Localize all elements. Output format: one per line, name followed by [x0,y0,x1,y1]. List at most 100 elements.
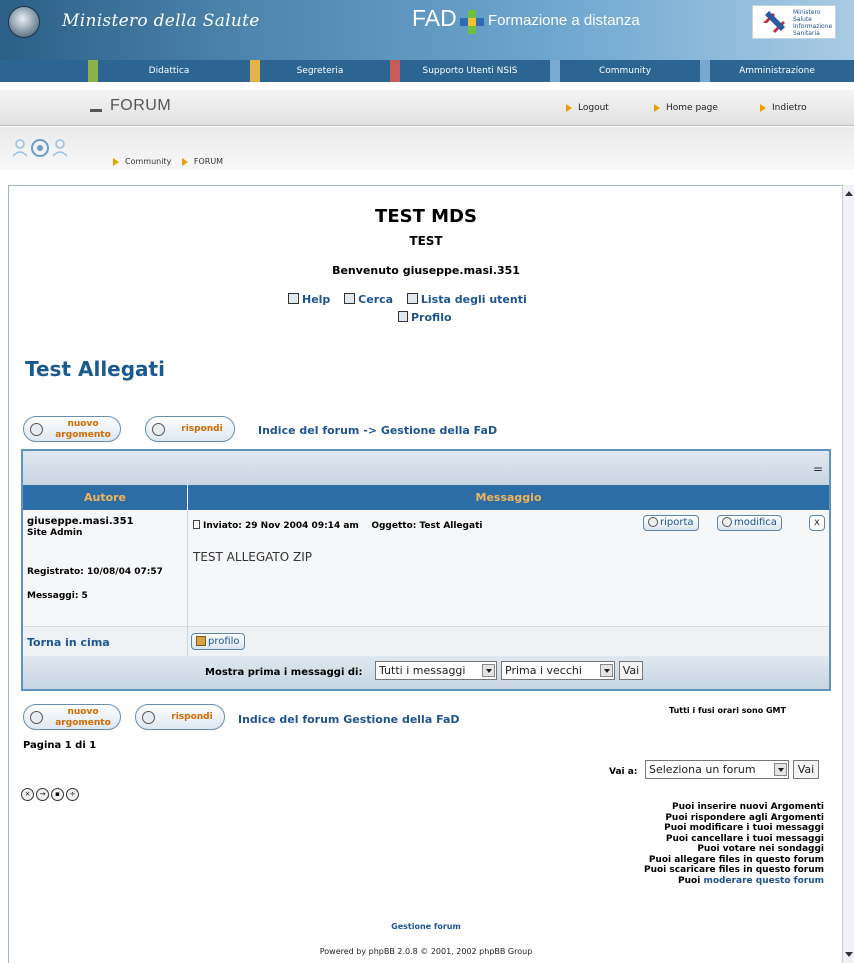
site-title: TEST MDS [375,206,477,227]
lock-topic-icon[interactable]: ▪ [51,788,64,801]
nav-item-label: Segreteria [296,66,344,76]
go-button[interactable]: Vai [619,661,643,680]
order-select[interactable]: Prima i vecchi [501,661,615,680]
new-topic-button[interactable]: nuovo argomento [23,416,121,442]
profile-link[interactable]: Profilo [398,311,452,324]
split-topic-icon[interactable]: ÷ [66,788,79,801]
select-value: Seleziona un forum [649,763,756,776]
arrow-right-icon [113,157,119,166]
forum-jump-select[interactable]: Seleziona un forum [645,760,789,779]
nav-item-label: Amministrazione [739,66,815,76]
memberlist-icon [406,293,418,304]
home-page-link[interactable]: Home page [654,103,718,113]
delete-topic-icon[interactable]: × [21,788,34,801]
logo-line: Informazione [793,23,833,30]
author-profile-button[interactable]: profilo [191,633,245,650]
arrow-right-icon [181,157,188,166]
quote-button[interactable]: riporta [643,515,699,531]
powered-by: Powered by phpBB 2.0.8 © 2001, 2002 phpB… [319,947,533,956]
permission-item: Puoi scaricare files in questo forum [643,865,824,875]
nav-item-label: Didattica [148,66,190,76]
link-label: Help [302,293,331,306]
chevron-down-icon [482,664,495,677]
label-line: argomento [55,430,111,440]
nav-item-didattica[interactable]: Didattica [88,60,250,82]
scroll-up-icon[interactable] [845,191,853,196]
post-row: giuseppe.masi.351 Site Admin Registrato:… [23,510,829,626]
breadcrumb-forum[interactable]: FORUM [194,157,223,166]
main-nav: Didattica Segreteria Supporto Utenti NSI… [0,60,854,82]
nav-item-amministrazione[interactable]: Amministrazione [700,60,854,82]
health-info-mark-icon [763,11,785,33]
post-footer-left: Torna in cima [23,627,188,657]
nav-color-swatch [88,60,98,82]
vertical-scrollbar[interactable] [842,185,854,963]
forum-bar-title: FORUM [110,97,172,114]
arrow-right-icon [760,103,766,112]
post-header-text: Inviato: 29 Nov 2004 09:14 am Oggetto: T… [203,521,483,531]
new-topic-label: nuovo argomento [50,419,116,441]
jump-go-button[interactable]: Vai [793,760,819,779]
timezone-note: Tutti i fusi orari sono GMT [669,706,786,715]
move-topic-icon[interactable]: → [36,788,49,801]
select-value: Tutti i messaggi [379,664,466,677]
link-label: Logout [578,103,609,113]
scroll-down-icon[interactable] [845,952,853,957]
edit-icon [722,517,732,527]
back-link[interactable]: Indietro [760,103,807,113]
permission-item: Puoi cancellare i tuoi messaggi [665,833,824,844]
post-doc-icon [193,520,200,529]
logout-link[interactable]: Logout [566,103,609,113]
permission-item: Puoi modificare i tuoi messaggi [664,823,824,833]
nav-item-community[interactable]: Community [550,60,700,82]
quote-icon [648,517,658,527]
arrow-right-icon [654,103,660,112]
nav-item-supporto[interactable]: Supporto Utenti NSIS [390,60,550,82]
help-link[interactable]: Help [288,293,330,306]
reply-label: rispondi [171,712,213,722]
label-line: nuovo [67,419,99,429]
post-header: Inviato: 29 Nov 2004 09:14 am Oggetto: T… [193,520,482,531]
back-to-top-link[interactable]: Torna in cima [27,636,110,649]
select-value: Prima i vecchi [505,664,582,677]
help-icon [288,293,299,304]
memberlist-link[interactable]: Lista degli utenti [406,293,527,306]
reply-label: rispondi [181,424,223,434]
nav-item-segreteria[interactable]: Segreteria [250,60,390,82]
breadcrumb: Community FORUM [113,157,223,166]
show-messages-select[interactable]: Tutti i messaggi [375,661,497,680]
community-people-icon [12,139,68,157]
new-topic-label: nuovo argomento [50,707,116,729]
nav-item-label: Community [598,66,652,76]
moderate-forum-link[interactable]: moderare questo forum [703,876,824,886]
post-author-cell: giuseppe.masi.351 Site Admin Registrato:… [23,510,188,626]
edit-label: modifica [734,517,777,528]
forum-index-link-top[interactable]: Indice del forum -> Gestione della FaD [258,424,497,437]
search-link[interactable]: Cerca [344,293,393,306]
permission-item: Puoi allegare files in questo forum [648,854,824,865]
edit-button[interactable]: modifica [717,515,782,531]
reply-button-bottom[interactable]: rispondi [135,704,225,730]
post-author-messages: Messaggi: 5 [27,591,88,601]
nav-color-swatch [550,60,560,82]
profile-icon [398,311,408,322]
column-author: Autore [23,485,188,510]
delete-post-button[interactable]: x [809,515,825,531]
link-label: Lista degli utenti [420,293,527,306]
pagination: Pagina 1 di 1 [23,740,97,751]
post-footer-row: Torna in cima profilo [23,626,829,657]
nav-item-label: Supporto Utenti NSIS [422,66,518,76]
new-topic-button-bottom[interactable]: nuovo argomento [23,704,121,730]
topic-title[interactable]: Test Allegati [25,357,165,381]
breadcrumb-community[interactable]: Community [125,157,171,166]
site-header: Ministero della Salute FAD Formazione a … [0,0,854,60]
manage-forum-link[interactable]: Gestione forum [9,922,843,931]
chevron-down-icon [774,763,787,776]
forum-index-link-bottom[interactable]: Indice del forum Gestione della FaD [238,713,460,726]
search-icon [344,293,356,304]
reply-button[interactable]: rispondi [145,416,235,442]
welcome-message: Benvenuto giuseppe.masi.351 [332,264,520,277]
show-messages-label: Mostra prima i messaggi di: [205,667,363,678]
fad-subtitle: Formazione a distanza [488,12,640,29]
forum-bar-dash [90,109,102,112]
